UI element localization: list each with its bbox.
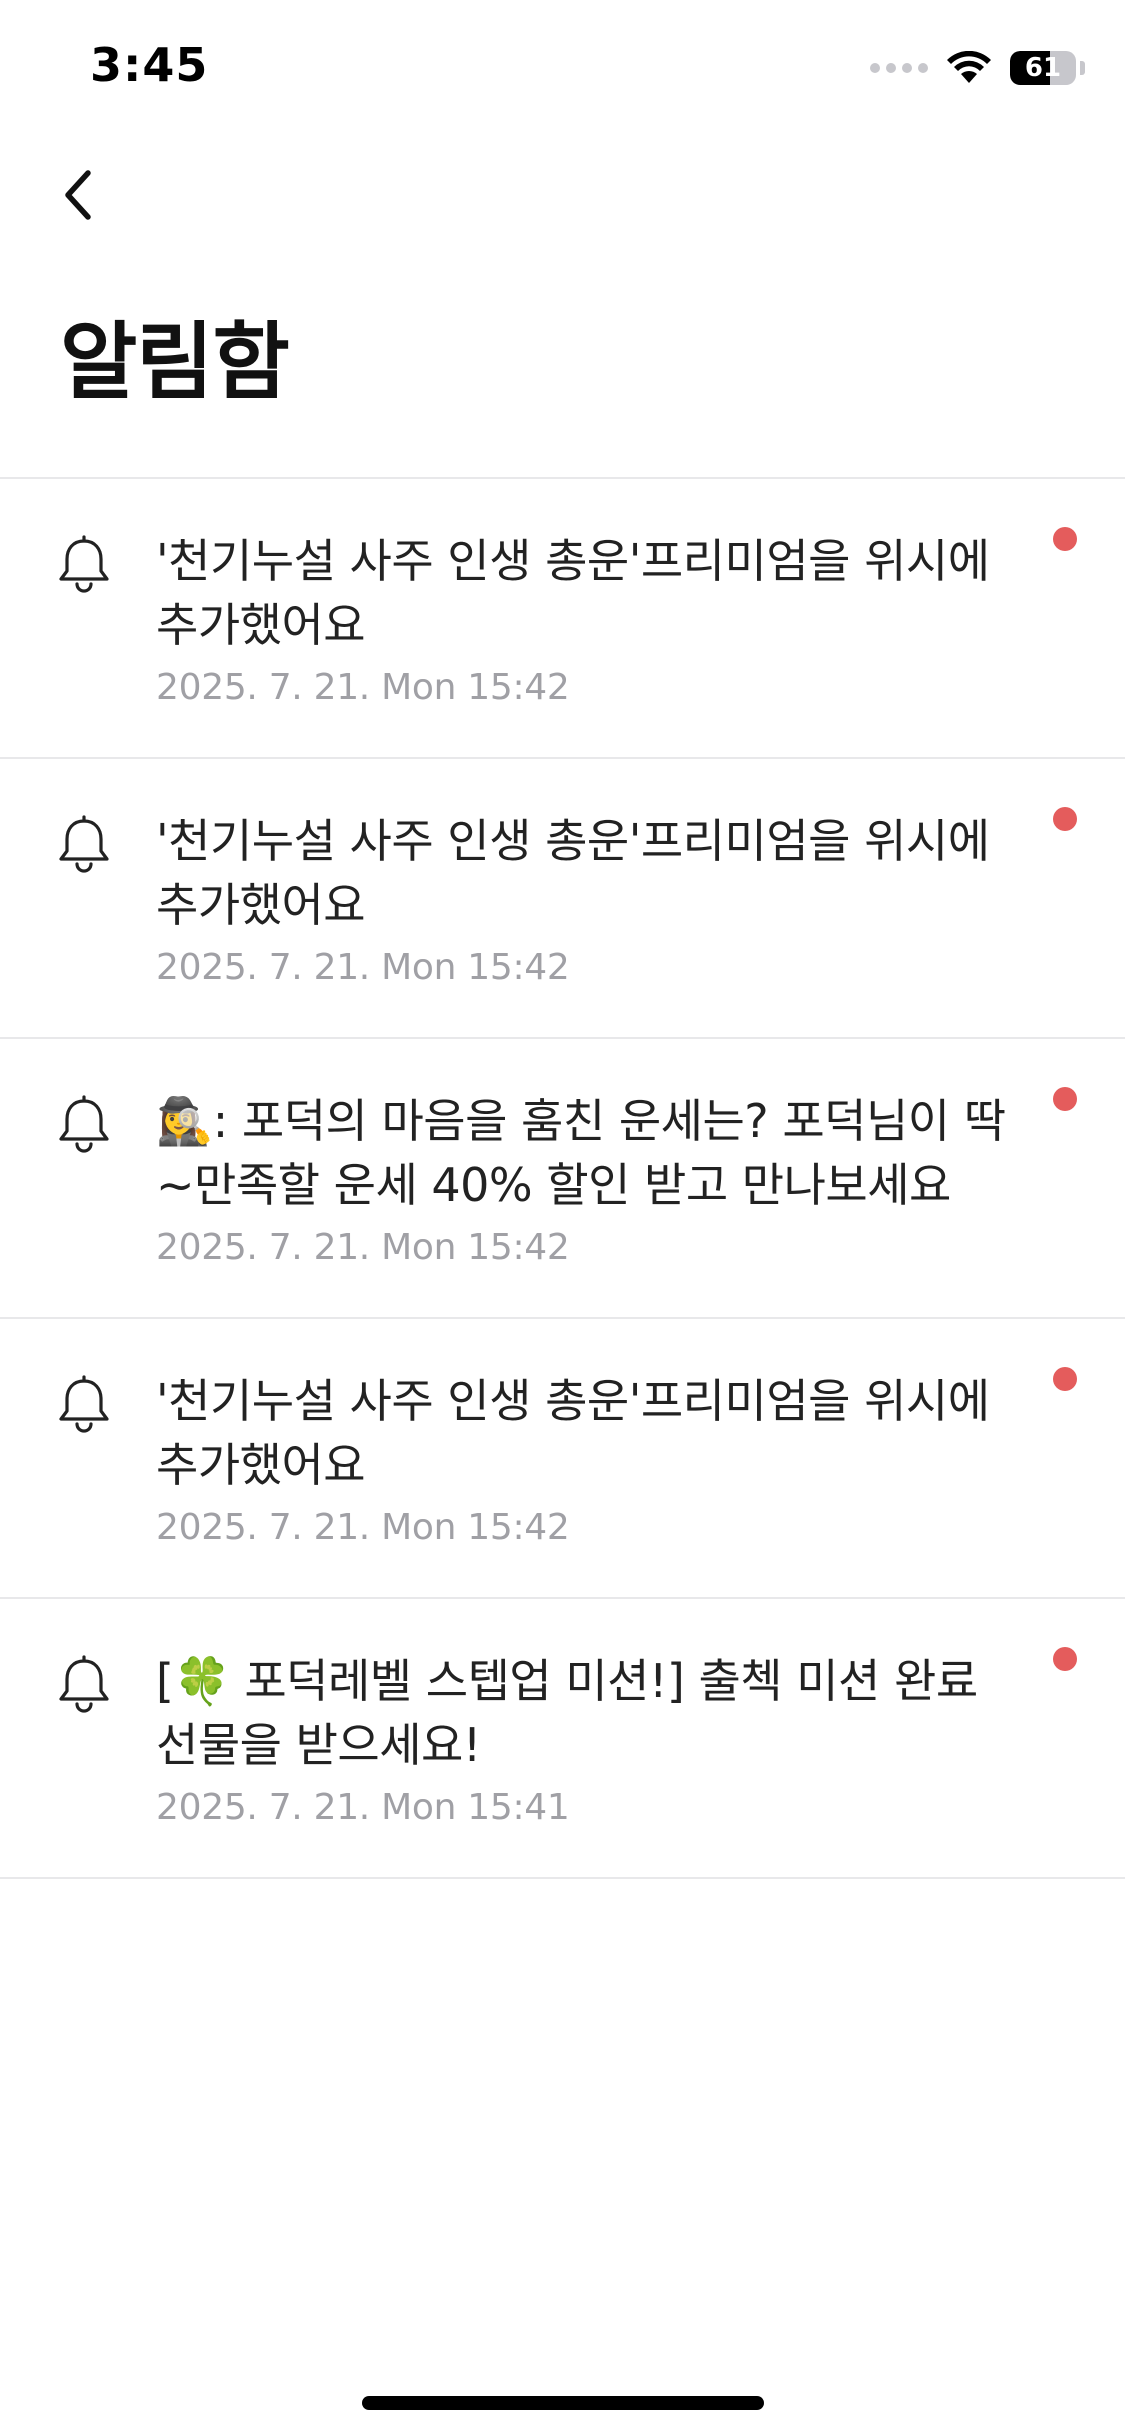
notification-text: 🕵️‍♀️: 포덕의 마음을 훔친 운세는? 포덕님이 딱~만족할 운세 40%… — [156, 1094, 1006, 1212]
notification-time: 2025. 7. 21. Mon 15:42 — [156, 947, 570, 988]
notification-item-5[interactable]: [🍀 포덕레벨 스텝업 미션!] 출첵 미션 완료 선물을 받으세요! 2025… — [0, 1599, 1125, 1879]
unread-dot — [1053, 1367, 1077, 1391]
home-indicator[interactable] — [362, 2396, 764, 2410]
bell-icon — [59, 1375, 109, 1433]
unread-dot — [1053, 527, 1077, 551]
notification-item-1[interactable]: '천기누설 사주 인생 총운'프리미엄을 위시에 추가했어요 2025. 7. … — [0, 479, 1125, 759]
notification-item-2[interactable]: '천기누설 사주 인생 총운'프리미엄을 위시에 추가했어요 2025. 7. … — [0, 759, 1125, 1039]
status-icons: 61 — [870, 48, 1085, 88]
notification-text: '천기누설 사주 인생 총운'프리미엄을 위시에 추가했어요 — [156, 814, 990, 932]
back-button[interactable] — [48, 160, 108, 230]
notification-time: 2025. 7. 21. Mon 15:41 — [156, 1787, 570, 1828]
notification-text: '천기누설 사주 인생 총운'프리미엄을 위시에 추가했어요 — [156, 534, 990, 652]
status-bar: 3:45 61 — [0, 0, 1125, 140]
notification-time: 2025. 7. 21. Mon 15:42 — [156, 1507, 570, 1548]
wifi-icon — [947, 51, 991, 83]
battery-cap — [1080, 61, 1085, 75]
notification-list: '천기누설 사주 인생 총운'프리미엄을 위시에 추가했어요 2025. 7. … — [0, 479, 1125, 1879]
notification-item-4[interactable]: '천기누설 사주 인생 총운'프리미엄을 위시에 추가했어요 2025. 7. … — [0, 1319, 1125, 1599]
notification-text: '천기누설 사주 인생 총운'프리미엄을 위시에 추가했어요 — [156, 1374, 990, 1492]
bell-icon — [59, 1095, 109, 1153]
bell-icon — [59, 1655, 109, 1713]
bell-icon — [59, 535, 109, 593]
battery-icon: 61 — [1010, 51, 1076, 85]
notification-text: [🍀 포덕레벨 스텝업 미션!] 출첵 미션 완료 선물을 받으세요! — [156, 1654, 978, 1772]
unread-dot — [1053, 1087, 1077, 1111]
signal-icon — [870, 63, 928, 73]
unread-dot — [1053, 1647, 1077, 1671]
status-time: 3:45 — [90, 38, 209, 92]
battery-level: 61 — [1024, 53, 1062, 83]
chevron-left-icon — [65, 170, 91, 220]
notification-item-3[interactable]: 🕵️‍♀️: 포덕의 마음을 훔친 운세는? 포덕님이 딱~만족할 운세 40%… — [0, 1039, 1125, 1319]
unread-dot — [1053, 807, 1077, 831]
bell-icon — [59, 815, 109, 873]
notification-time: 2025. 7. 21. Mon 15:42 — [156, 1227, 570, 1268]
notification-time: 2025. 7. 21. Mon 15:42 — [156, 667, 570, 708]
page-title: 알림함 — [60, 313, 290, 411]
